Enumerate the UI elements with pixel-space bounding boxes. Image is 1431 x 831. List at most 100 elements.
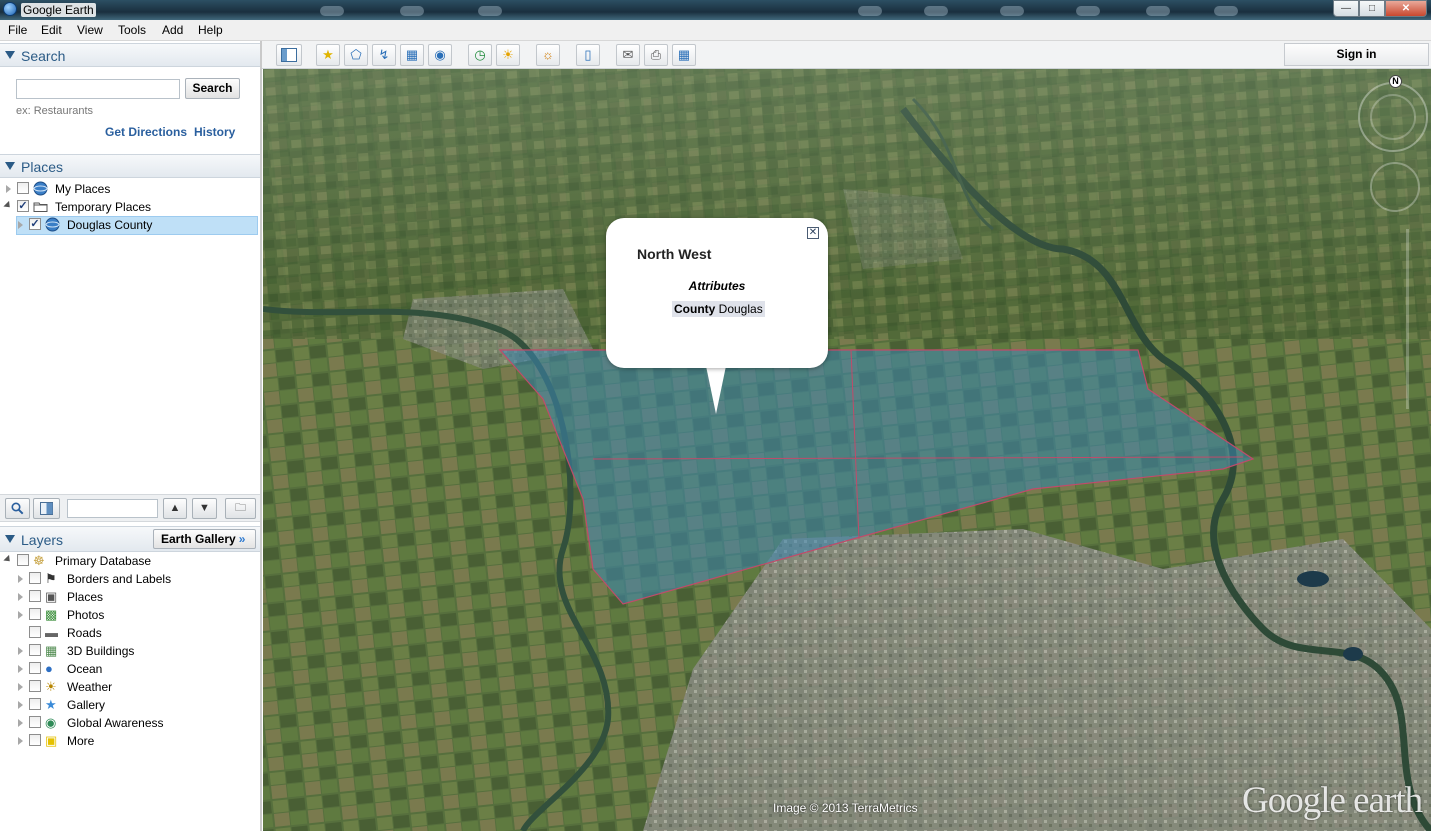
sunlight-button[interactable]: ☀ [496, 44, 520, 66]
layer-item-label: Borders and Labels [67, 572, 172, 586]
menu-tools[interactable]: Tools [118, 23, 146, 37]
checkbox[interactable] [29, 716, 41, 728]
sidebar-toggle-button[interactable] [276, 44, 302, 66]
checkbox[interactable] [17, 554, 29, 566]
move-up-button[interactable]: ▲ [163, 498, 187, 519]
window-title: Google Earth [21, 3, 96, 17]
history-link[interactable]: History [194, 125, 235, 139]
globe-icon [45, 217, 60, 232]
menu-file[interactable]: File [8, 23, 27, 37]
checkbox[interactable] [29, 698, 41, 710]
layer-item-weather[interactable]: ☀ Weather [0, 678, 258, 696]
layer-item-gallery[interactable]: ★ Gallery [0, 696, 258, 714]
expand-arrow-icon[interactable] [18, 611, 23, 619]
layer-item-global-awareness[interactable]: ◉ Global Awareness [0, 714, 258, 732]
tree-item-temporary-places[interactable]: ✓ Temporary Places [0, 198, 258, 216]
expand-arrow-icon[interactable] [18, 647, 23, 655]
places-filter-input[interactable] [67, 499, 158, 518]
search-input[interactable] [16, 79, 180, 99]
earth-map-view[interactable] [263, 69, 1431, 831]
toggle-panel-button[interactable] [33, 498, 60, 519]
record-tour-button[interactable]: ◉ [428, 44, 452, 66]
expand-arrow-icon[interactable] [18, 737, 23, 745]
tree-item-my-places[interactable]: My Places [0, 180, 258, 198]
flag-icon: ⚑ [45, 571, 57, 586]
compass-north-icon[interactable]: N [1389, 75, 1402, 88]
tree-item-label: Temporary Places [55, 200, 152, 214]
expand-arrow-icon[interactable] [18, 221, 23, 229]
get-directions-link[interactable]: Get Directions [105, 125, 187, 139]
expand-arrow-icon[interactable] [6, 185, 11, 193]
balloon-pointer [706, 366, 726, 414]
menu-help[interactable]: Help [198, 23, 223, 37]
menu-add[interactable]: Add [162, 23, 183, 37]
add-polygon-button[interactable]: ⬠ [344, 44, 368, 66]
ruler-button[interactable]: ▯ [576, 44, 600, 66]
print-button[interactable]: ⎙ [644, 44, 668, 66]
add-image-overlay-button[interactable]: ▦ [400, 44, 424, 66]
planet-icon: ☼ [542, 47, 554, 62]
checkbox[interactable] [17, 182, 29, 194]
historical-imagery-button[interactable]: ◷ [468, 44, 492, 66]
collapse-triangle-icon [5, 535, 15, 543]
expand-arrow-icon[interactable] [18, 719, 23, 727]
checkbox[interactable] [29, 680, 41, 692]
folder-options-button[interactable]: 🗀 [225, 498, 256, 519]
close-balloon-button[interactable]: ✕ [807, 227, 819, 239]
menu-view[interactable]: View [77, 23, 103, 37]
checkbox[interactable] [29, 626, 41, 638]
layer-item-photos[interactable]: ▩ Photos [0, 606, 258, 624]
tree-item-label: Douglas County [67, 218, 153, 232]
expand-arrow-icon[interactable] [18, 701, 23, 709]
move-down-button[interactable]: ▼ [192, 498, 217, 519]
sign-in-button[interactable]: Sign in [1284, 43, 1429, 66]
earth-gallery-button[interactable]: Earth Gallery» [153, 529, 256, 549]
layer-item-places[interactable]: ▣ Places [0, 588, 258, 606]
layer-item-primary-database[interactable]: ☸ Primary Database [0, 552, 258, 570]
layer-item-more[interactable]: ▣ More [0, 732, 258, 750]
ocean-icon: ● [45, 661, 53, 676]
add-path-button[interactable]: ↯ [372, 44, 396, 66]
checkbox[interactable] [29, 608, 41, 620]
expand-arrow-icon[interactable] [18, 593, 23, 601]
checkbox[interactable] [29, 644, 41, 656]
places-section-header[interactable]: Places [0, 154, 260, 178]
search-button[interactable]: Search [185, 78, 240, 99]
layer-item-label: More [67, 734, 95, 748]
minimize-button[interactable]: — [1333, 0, 1359, 17]
menu-edit[interactable]: Edit [41, 23, 62, 37]
double-chevron-icon: » [238, 532, 246, 546]
layer-item-label: Primary Database [55, 554, 152, 568]
search-places-button[interactable] [5, 498, 30, 519]
expand-arrow-icon[interactable] [18, 575, 23, 583]
building-icon: ▦ [45, 643, 58, 658]
email-button[interactable]: ✉ [616, 44, 640, 66]
checkbox[interactable] [29, 590, 41, 602]
collapse-triangle-icon [5, 51, 15, 59]
expand-arrow-icon[interactable] [18, 665, 23, 673]
expand-arrow-icon[interactable] [18, 683, 23, 691]
search-section-header[interactable]: Search [0, 43, 260, 67]
main-toolbar: ★ ⬠ ↯ ▦ ◉ ◷ ☀ ☼ ▯ ✉ ⎙ ▦ Sign in [262, 41, 1431, 69]
checkbox[interactable] [29, 662, 41, 674]
checkbox[interactable] [29, 734, 41, 746]
switch-planet-button[interactable]: ☼ [536, 44, 560, 66]
layer-item-roads[interactable]: ▬ Roads [0, 624, 258, 642]
layer-item-ocean[interactable]: ● Ocean [0, 660, 258, 678]
add-placemark-button[interactable]: ★ [316, 44, 340, 66]
close-window-button[interactable]: ✕ [1385, 0, 1427, 17]
expand-arrow-icon[interactable] [3, 554, 13, 565]
polygon-icon: ⬠ [350, 47, 362, 62]
layer-item-3d-buildings[interactable]: ▦ 3D Buildings [0, 642, 258, 660]
title-bar: Google Earth — □ ✕ [0, 0, 1431, 20]
tree-item-douglas-county[interactable]: ✓ Douglas County [0, 216, 258, 234]
layers-section-header[interactable]: Layers Earth Gallery» [0, 526, 260, 552]
expand-arrow-icon[interactable] [3, 200, 13, 211]
layer-item-borders-and-labels[interactable]: ⚑ Borders and Labels [0, 570, 258, 588]
checkbox[interactable]: ✓ [17, 200, 29, 212]
maximize-button[interactable]: □ [1359, 0, 1385, 17]
checkbox[interactable] [29, 572, 41, 584]
checkbox[interactable]: ✓ [29, 218, 41, 230]
sun-icon: ☀ [45, 679, 57, 694]
view-in-maps-button[interactable]: ▦ [672, 44, 696, 66]
